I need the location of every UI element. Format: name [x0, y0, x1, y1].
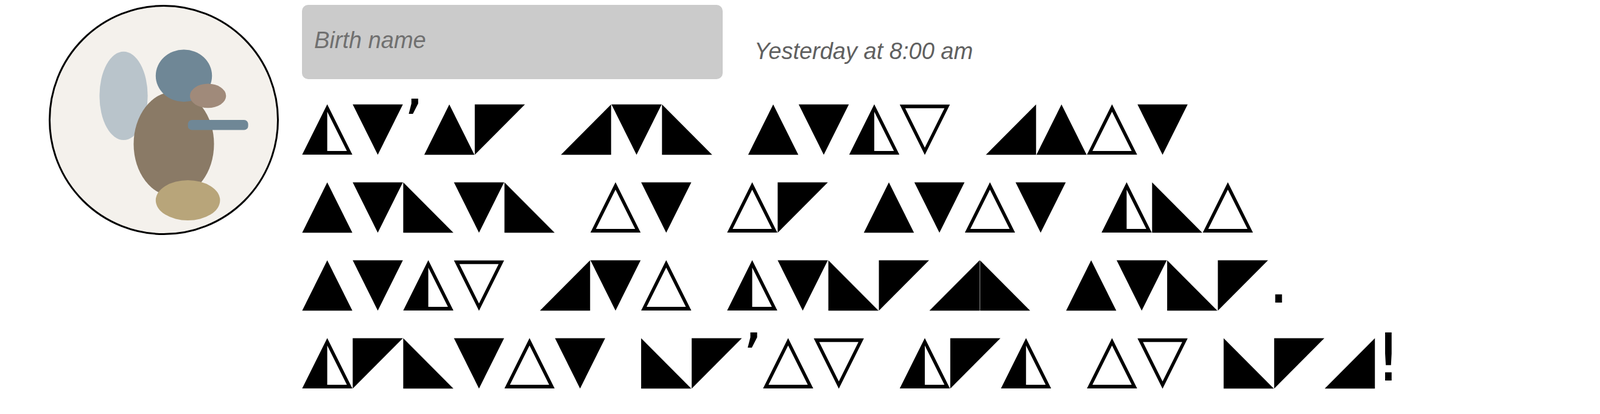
avatar-photo-icon: [63, 19, 265, 221]
name-placeholder: Birth name: [314, 27, 427, 54]
chat-message: Birth name Yesterday at 8:00 am ◭▼’▲◤ ◢▼◣ …: [0, 0, 1600, 414]
message-line: ▲▼◣▼◣ △▼ △◤ ▲▼△▼ ◭◣△: [301, 163, 1402, 242]
message-body: ◭▼’▲◤ ◢▼◣ ▲▼◭▽ ◢▲△▼▲▼◣▼◣ △▼ △◤ ▲▼△▼ ◭◣△▲…: [301, 85, 1402, 397]
message-header: Birth name Yesterday at 8:00 am: [301, 4, 1402, 80]
message-line: ◭▼’▲◤ ◢▼◣ ▲▼◭▽ ◢▲△▼: [301, 85, 1402, 164]
message-line: ◭◤◣▼△▼ ◣◤’△▽ ◭◤◭ △▽ ◣◤◢!: [301, 319, 1402, 397]
sender-name-field[interactable]: Birth name: [301, 4, 723, 80]
message-time: Yesterday at 8:00 am: [754, 20, 973, 65]
message-line: ▲▼◭▽ ◢▼△ ◭▼◣◤◢◣ ▲▼◣◤.: [301, 241, 1402, 320]
sender-avatar[interactable]: [48, 4, 279, 236]
